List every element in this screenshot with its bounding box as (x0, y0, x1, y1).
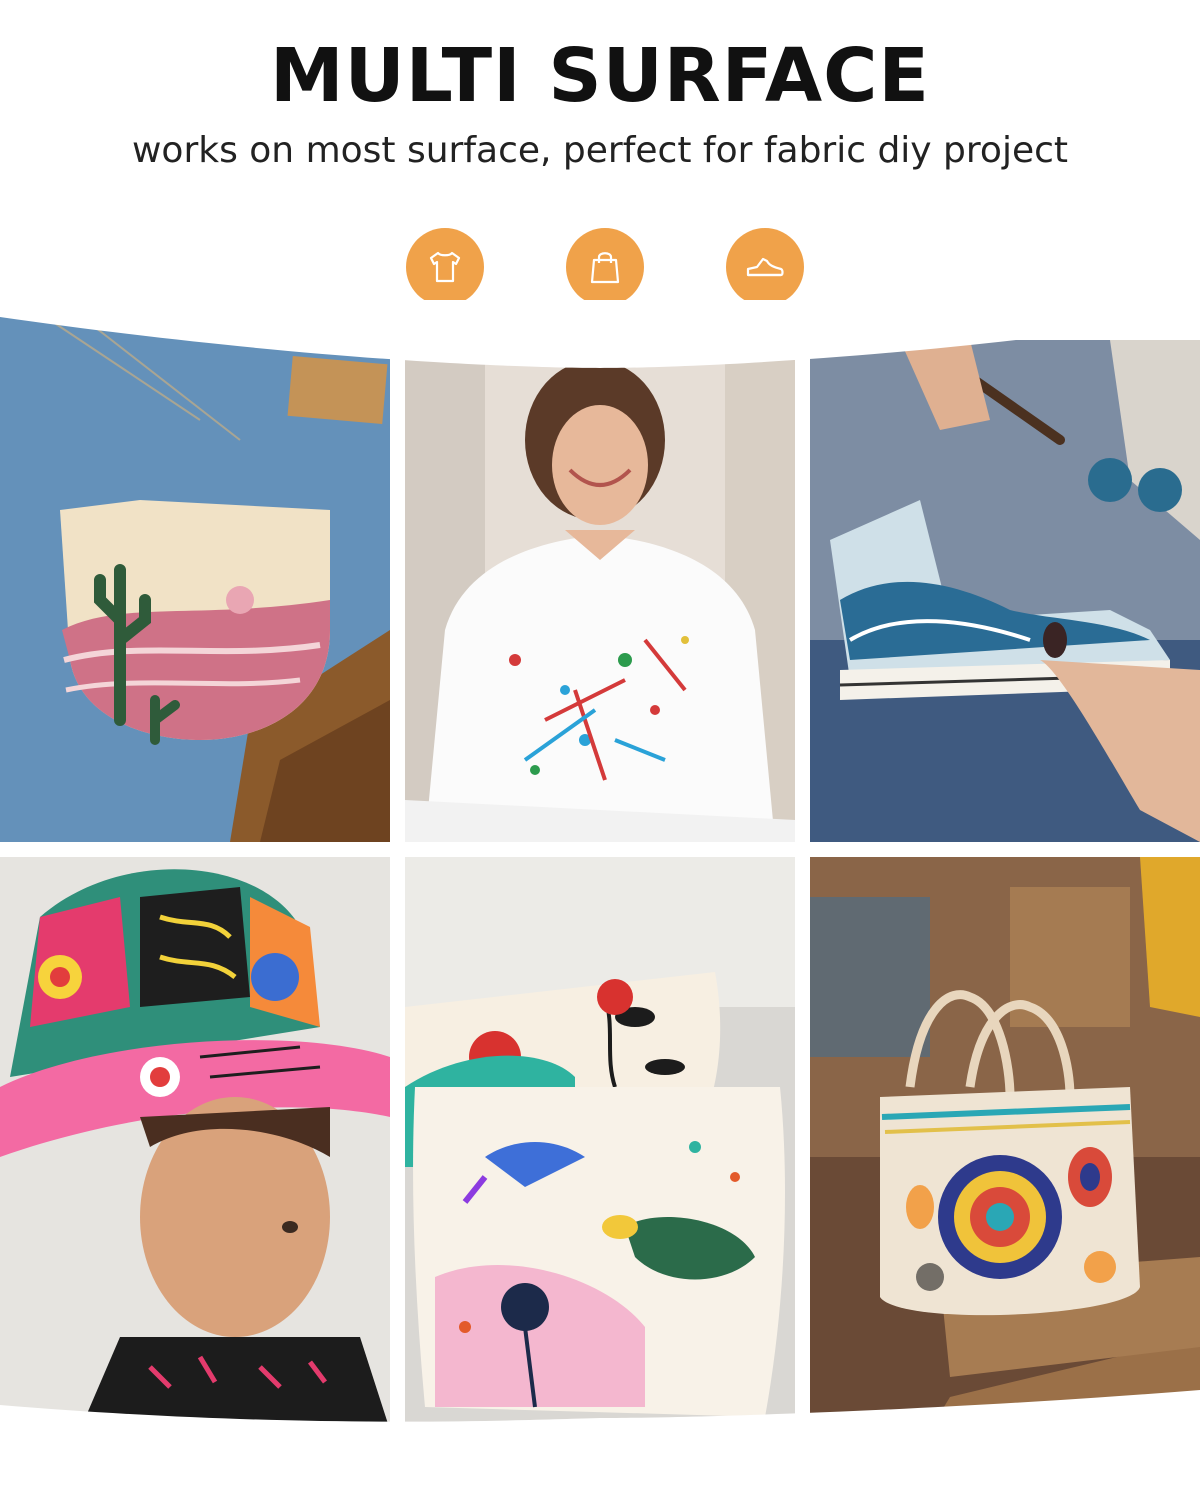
painted-bucket-hat-photo (0, 857, 390, 1430)
surface-icons-row (0, 228, 1200, 308)
photo-grid (0, 300, 1200, 1430)
painted-sneaker-photo (810, 340, 1200, 842)
denim-pocket-photo (0, 300, 390, 842)
sneaker-icon (726, 228, 804, 306)
painted-tote-bag-photo (810, 857, 1200, 1430)
page-title: MULTI SURFACE (270, 33, 930, 119)
tshirt-icon (406, 228, 484, 306)
page-subtitle: works on most surface, perfect for fabri… (131, 130, 1069, 171)
painted-pillows-photo (405, 857, 795, 1430)
splatter-tshirt-photo (405, 360, 795, 842)
product-feature-page: MULTI SURFACE works on most surface, per… (0, 0, 1200, 1500)
shopping-bag-icon (566, 228, 644, 306)
